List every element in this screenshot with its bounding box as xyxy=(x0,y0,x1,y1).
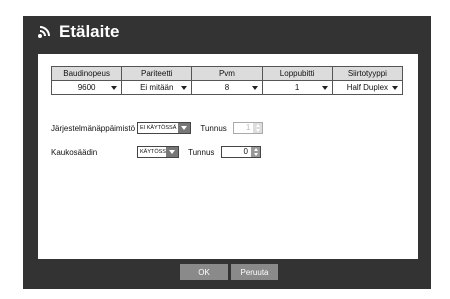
remote-id-value: 0 xyxy=(243,147,248,156)
header-baud-rate: Baudinopeus xyxy=(50,66,123,81)
remote-row: Kaukosäädin KÄYTÖSSÄ Tunnus 0 xyxy=(51,146,261,158)
remote-id-label: Tunnus xyxy=(188,147,215,157)
data-bits-dropdown[interactable]: 8 xyxy=(191,80,263,95)
table-row: 9600 Ei mitään 8 1 Half Duplex xyxy=(50,80,404,95)
transfer-type-dropdown[interactable]: Half Duplex xyxy=(331,80,404,95)
keyboard-id-label: Tunnus xyxy=(200,123,227,133)
data-bits-value: 8 xyxy=(224,83,230,92)
parity-value: Ei mitään xyxy=(140,83,174,92)
chevron-down-icon xyxy=(166,147,178,157)
remote-label: Kaukosäädin xyxy=(51,147,98,157)
remote-select[interactable]: KÄYTÖSSÄ xyxy=(137,146,179,158)
ok-button[interactable]: OK xyxy=(180,264,228,280)
remote-id-stepper[interactable]: 0 xyxy=(221,146,261,158)
stepper-arrows-icon xyxy=(253,123,263,133)
keyboard-select-value: EI KÄYTÖSSÄ xyxy=(140,125,177,131)
stop-bit-dropdown[interactable]: 1 xyxy=(261,80,333,95)
chevron-down-icon xyxy=(111,86,118,90)
keyboard-row: Järjestelmänäppäimistö EI KÄYTÖSSÄ Tunnu… xyxy=(51,122,264,134)
keyboard-id-value: 1 xyxy=(245,123,251,132)
cancel-button[interactable]: Peruuta xyxy=(231,264,278,280)
signal-icon xyxy=(38,26,50,38)
baud-rate-dropdown[interactable]: 9600 xyxy=(50,80,123,95)
keyboard-select[interactable]: EI KÄYTÖSSÄ xyxy=(137,122,192,134)
keyboard-id-stepper[interactable]: 1 xyxy=(233,122,264,134)
table-header-row: Baudinopeus Pariteetti Pvm Loppubitti Si… xyxy=(50,66,404,81)
header-data-bits: Pvm xyxy=(191,66,263,81)
dialog-title: Etälaite xyxy=(37,22,119,42)
chevron-down-icon xyxy=(178,123,191,133)
serial-settings-table: Baudinopeus Pariteetti Pvm Loppubitti Si… xyxy=(50,66,404,95)
chevron-down-icon xyxy=(321,86,328,90)
parity-dropdown[interactable]: Ei mitään xyxy=(121,80,193,95)
dialog-title-text: Etälaite xyxy=(59,22,120,41)
chevron-down-icon xyxy=(181,86,188,90)
transfer-type-value: Half Duplex xyxy=(346,83,389,92)
header-stop-bit: Loppubitti xyxy=(261,66,333,81)
chevron-down-icon xyxy=(392,86,398,90)
chevron-down-icon xyxy=(251,86,258,90)
header-parity: Pariteetti xyxy=(121,66,193,81)
header-transfer-type: Siirtotyyppi xyxy=(331,66,404,81)
stop-bit-value: 1 xyxy=(294,83,300,92)
settings-panel: Baudinopeus Pariteetti Pvm Loppubitti Si… xyxy=(38,54,418,259)
keyboard-label: Järjestelmänäppäimistö xyxy=(51,123,136,133)
stepper-arrows-icon xyxy=(251,147,260,157)
baud-rate-value: 9600 xyxy=(77,83,96,92)
remote-select-value: KÄYTÖSSÄ xyxy=(140,149,170,155)
